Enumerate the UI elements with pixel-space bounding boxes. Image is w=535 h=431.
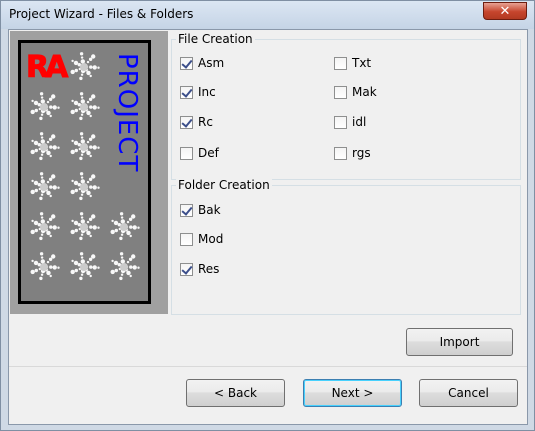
window-title: Project Wizard - Files & Folders	[9, 7, 194, 21]
logo-mark: RA	[26, 50, 69, 85]
logo-swirl	[30, 132, 60, 161]
checkbox-bak-box[interactable]	[180, 203, 193, 217]
checkbox-mod[interactable]: Mod	[180, 231, 223, 247]
checkbox-asm[interactable]: Asm	[180, 55, 224, 71]
checkbox-mod-box[interactable]	[180, 232, 193, 246]
checkbox-rc[interactable]: Rc	[180, 114, 213, 130]
next-button[interactable]: Next >	[303, 379, 402, 407]
checkbox-rc-box[interactable]	[180, 115, 193, 129]
logo-swirl	[70, 212, 100, 241]
checkbox-rgs-box[interactable]	[334, 146, 347, 160]
logo-panel: RA PROJECT	[10, 31, 168, 314]
checkbox-idl[interactable]: idl	[334, 114, 366, 130]
import-button[interactable]: Import	[406, 328, 513, 356]
checkbox-rgs-label: rgs	[352, 146, 371, 160]
checkbox-rc-label: Rc	[198, 115, 213, 129]
logo-swirl	[70, 252, 100, 281]
checkbox-txt-label: Txt	[352, 56, 372, 70]
checkbox-asm-label: Asm	[198, 56, 225, 70]
checkbox-idl-label: idl	[352, 115, 367, 129]
logo-graphic: RA PROJECT	[26, 50, 142, 281]
checkbox-idl-box[interactable]	[334, 115, 347, 129]
button-separator	[9, 366, 527, 367]
close-button[interactable]: ✕	[483, 2, 527, 20]
logo-swirl	[30, 92, 60, 121]
checkbox-inc-label: Inc	[198, 85, 216, 99]
project-logo: RA PROJECT	[18, 40, 151, 304]
checkbox-txt[interactable]: Txt	[334, 55, 371, 71]
checkbox-bak-label: Bak	[198, 203, 221, 217]
close-icon: ✕	[499, 3, 511, 19]
checkbox-rgs[interactable]: rgs	[334, 145, 371, 161]
wizard-window: Project Wizard - Files & Folders ✕ RA PR…	[0, 0, 535, 431]
logo-swirl	[110, 212, 140, 241]
checkbox-bak[interactable]: Bak	[180, 202, 221, 218]
checkbox-inc[interactable]: Inc	[180, 84, 216, 100]
folder-creation-label: Folder Creation	[176, 178, 272, 192]
logo-swirl	[70, 52, 100, 81]
checkbox-mak[interactable]: Mak	[334, 84, 377, 100]
checkbox-res-box[interactable]	[180, 262, 193, 276]
checkbox-txt-box[interactable]	[334, 56, 347, 70]
back-button[interactable]: < Back	[186, 379, 285, 407]
wizard-client-area: RA PROJECT File Creation Asm Inc Rc Def …	[8, 29, 528, 425]
logo-vertical-text: PROJECT	[112, 53, 142, 172]
logo-swirl	[70, 92, 100, 121]
checkbox-def-label: Def	[198, 146, 219, 160]
logo-swirl	[30, 172, 60, 201]
file-creation-label: File Creation	[176, 32, 255, 46]
logo-swirl	[70, 132, 100, 161]
checkbox-mak-label: Mak	[352, 85, 377, 99]
title-bar[interactable]: Project Wizard - Files & Folders ✕	[1, 1, 534, 29]
checkbox-def-box[interactable]	[180, 146, 193, 160]
checkbox-inc-box[interactable]	[180, 85, 193, 99]
logo-swirl	[70, 172, 100, 201]
checkbox-mak-box[interactable]	[334, 85, 347, 99]
logo-swirl	[110, 252, 140, 281]
cancel-button[interactable]: Cancel	[419, 379, 518, 407]
checkbox-def[interactable]: Def	[180, 145, 219, 161]
checkbox-res-label: Res	[198, 262, 220, 276]
checkbox-asm-box[interactable]	[180, 56, 193, 70]
folder-creation-group	[171, 185, 521, 315]
logo-swirl	[30, 212, 60, 241]
checkbox-mod-label: Mod	[198, 232, 224, 246]
checkbox-res[interactable]: Res	[180, 261, 219, 277]
logo-swirl	[30, 252, 60, 281]
